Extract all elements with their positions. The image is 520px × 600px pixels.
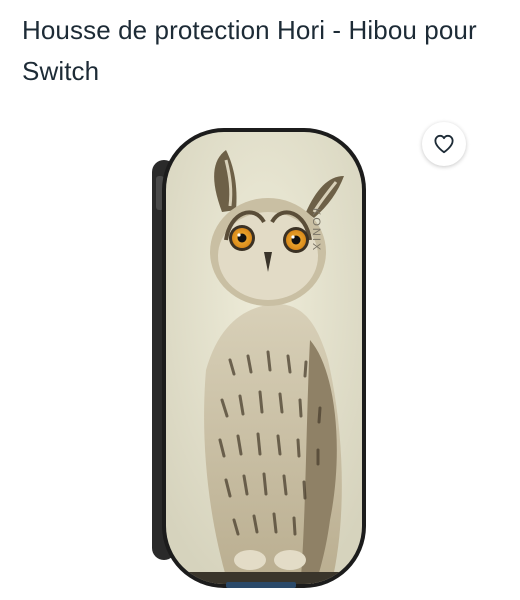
- owl-case-illustration: [152, 128, 366, 588]
- product-title: Housse de protection Hori - Hibou pour S…: [22, 15, 477, 86]
- product-page: Housse de protection Hori - Hibou pour S…: [0, 0, 520, 600]
- brand-print: KONIX: [310, 208, 322, 253]
- product-image[interactable]: [130, 120, 390, 590]
- case-tag: [226, 582, 296, 588]
- wishlist-button[interactable]: [422, 122, 466, 166]
- heart-outline-icon: [434, 134, 454, 154]
